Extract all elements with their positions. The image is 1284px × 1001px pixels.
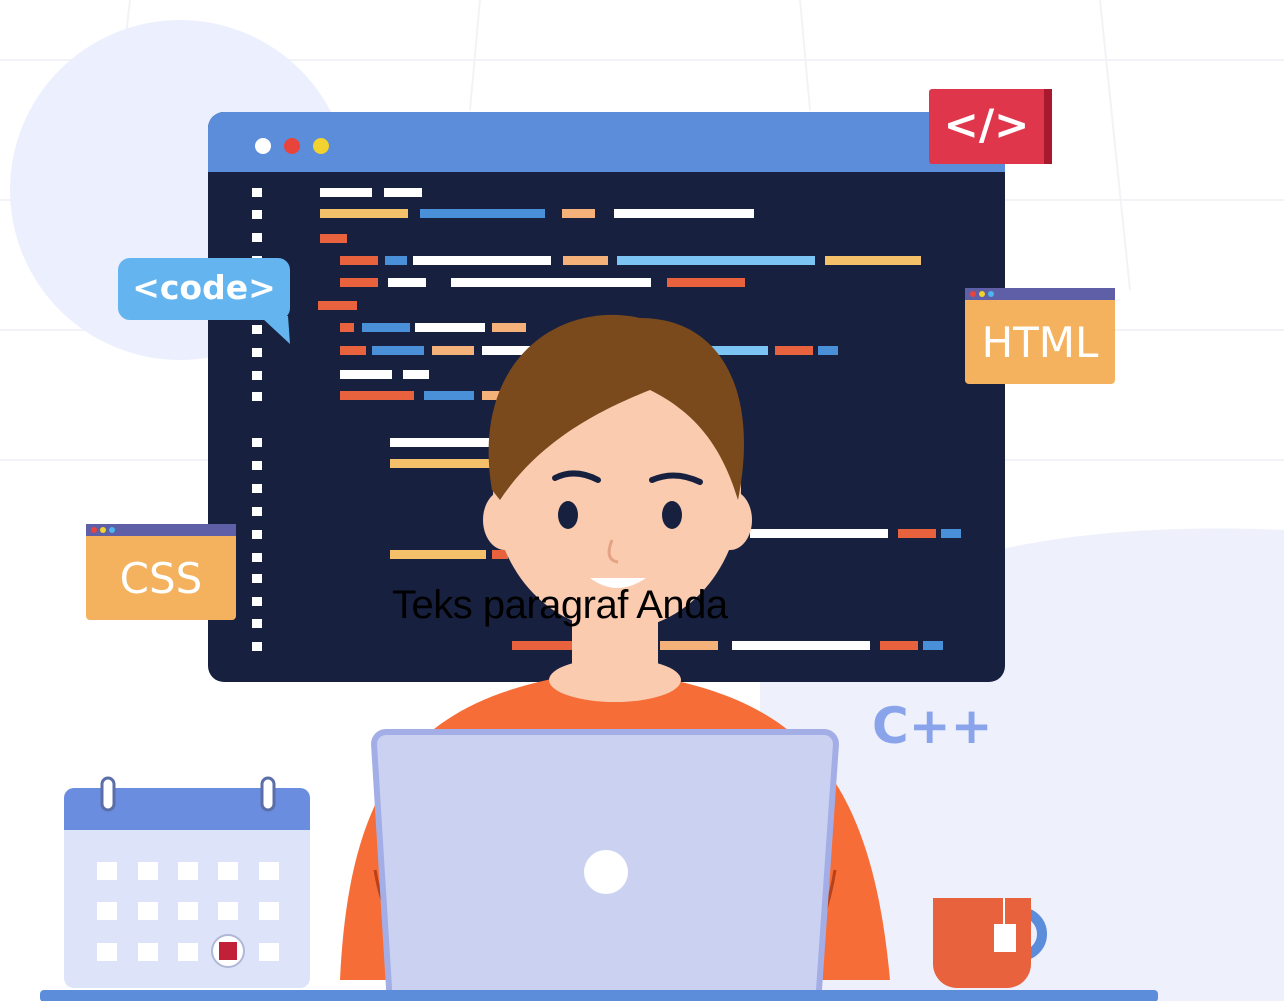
css-label: CSS [119, 554, 203, 603]
closing-tag-label: </> [943, 100, 1030, 149]
laptop-icon [370, 729, 840, 1001]
illustration-canvas [0, 0, 1284, 1001]
left-eye [558, 501, 578, 529]
illustration: </> <code> HTML CSS C++ Teks paragraf An… [0, 0, 1284, 1001]
calendar-icon [64, 776, 310, 988]
window-dots-icon [255, 138, 329, 154]
cpp-label: C++ [872, 697, 993, 755]
paragraph-text[interactable]: Teks paragraf Anda [392, 583, 822, 628]
laptop-logo [584, 850, 628, 894]
desk [40, 990, 1158, 1001]
right-eye [662, 501, 682, 529]
code-tag-label: <code> [132, 268, 276, 307]
html-label: HTML [981, 318, 1099, 367]
mug-icon [933, 898, 1047, 988]
